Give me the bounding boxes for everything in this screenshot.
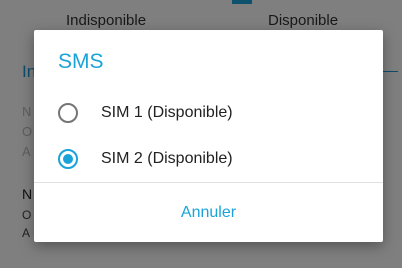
sim1-option-label: SIM 1 (Disponible) [101,104,233,121]
dialog-title: SMS [58,50,104,73]
sim1-option[interactable]: SIM 1 (Disponible) [34,89,383,137]
sim2-option-label: SIM 2 (Disponible) [101,150,233,167]
sim2-option[interactable]: SIM 2 (Disponible) [34,135,383,183]
sms-sim-dialog: SMS SIM 1 (Disponible) SIM 2 (Disponible… [34,30,383,242]
sim2-radio[interactable] [58,149,78,169]
sim1-radio[interactable] [58,103,78,123]
cancel-button[interactable]: Annuler [34,183,383,242]
